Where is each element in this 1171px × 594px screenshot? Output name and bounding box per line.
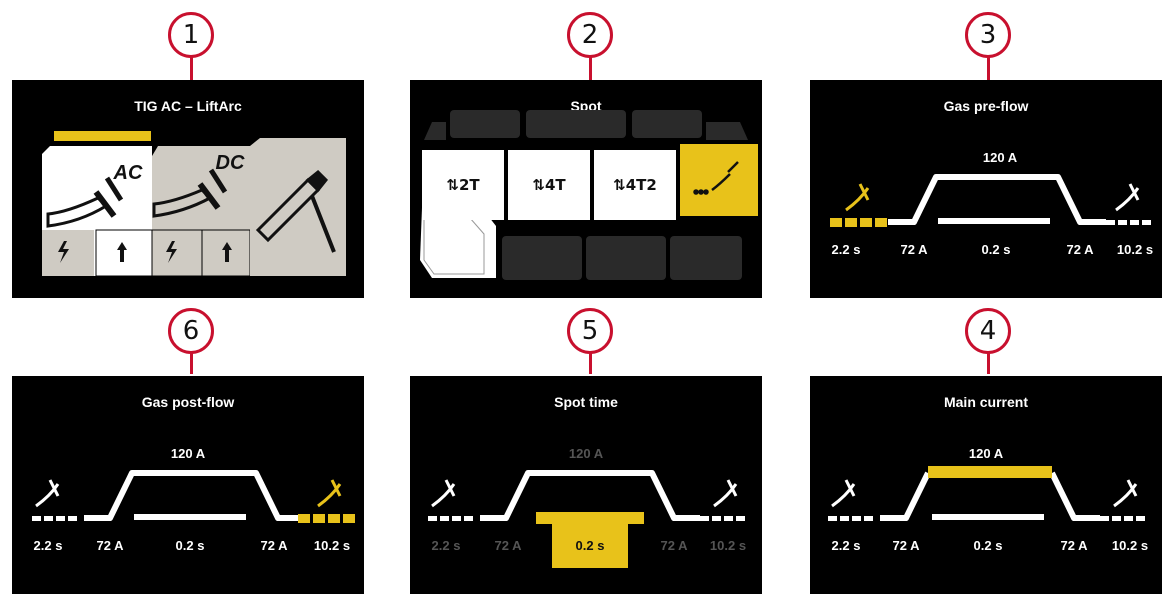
spot-time-bar-highlight bbox=[536, 512, 644, 524]
process-panels bbox=[42, 131, 346, 277]
postflow-segment bbox=[1100, 516, 1145, 521]
postflow-segment bbox=[1106, 220, 1151, 225]
process-mma-panel bbox=[250, 138, 346, 276]
postflow-segment bbox=[298, 514, 355, 523]
current-profile bbox=[880, 471, 1100, 521]
callout-1: 1 bbox=[168, 12, 214, 58]
start-current-label: 72 A bbox=[96, 538, 124, 553]
mode-4t-key[interactable]: ⇅ 4T bbox=[508, 150, 590, 220]
preflow-segment bbox=[428, 516, 473, 521]
end-current-label: 72 A bbox=[660, 538, 688, 553]
spot-time-label: 0.2 s bbox=[981, 242, 1011, 257]
weld-cycle-graph bbox=[830, 174, 1151, 227]
selected-indicator-bar bbox=[54, 131, 151, 141]
postflow-time-label: 10.2 s bbox=[313, 538, 351, 553]
spot-time-bar bbox=[134, 514, 246, 520]
peak-current-label: 120 A bbox=[968, 446, 1004, 461]
spot-time-bar bbox=[932, 514, 1044, 520]
preflow-time-label: 2.2 s bbox=[431, 538, 461, 553]
gas-torch-icon bbox=[35, 479, 60, 508]
callout-6: 6 bbox=[168, 308, 214, 354]
weld-cycle-graph bbox=[828, 466, 1145, 521]
start-current-label: 72 A bbox=[892, 538, 920, 553]
screen-main-current: Main current 120 A 2.2 s 72 A 0.2 s 72 A… bbox=[810, 376, 1162, 594]
current-profile bbox=[480, 470, 700, 521]
start-current-label: 72 A bbox=[900, 242, 928, 257]
trigger-arrows-icon: ⇅ bbox=[613, 176, 626, 194]
callout-2: 2 bbox=[567, 12, 613, 58]
mode-2t-key[interactable]: ⇅ 2T bbox=[422, 150, 504, 220]
screen-trigger-mode: Spot ⇅ 2T ⇅ 4T ⇅ 4T2 bbox=[410, 80, 762, 298]
spot-time-bar bbox=[938, 218, 1050, 224]
peak-current-label: 120 A bbox=[982, 150, 1018, 165]
gas-torch-icon bbox=[713, 479, 738, 508]
current-profile bbox=[84, 470, 304, 521]
peak-current-label: 120 A bbox=[568, 446, 604, 461]
screen-gas-postflow: Gas post-flow 120 A 2.2 s 72 A 0.2 s 72 … bbox=[12, 376, 364, 594]
gas-torch-icon bbox=[1113, 479, 1138, 508]
callout-4: 4 bbox=[965, 308, 1011, 354]
callout-3: 3 bbox=[965, 12, 1011, 58]
preflow-time-label: 2.2 s bbox=[831, 242, 861, 257]
weld-cycle-graph bbox=[32, 470, 355, 523]
end-current-label: 72 A bbox=[260, 538, 288, 553]
preflow-time-label: 2.2 s bbox=[831, 538, 861, 553]
gas-torch-icon bbox=[831, 479, 856, 508]
callout-leader-3 bbox=[987, 56, 990, 80]
trigger-arrows-icon: ⇅ bbox=[532, 176, 545, 194]
gas-torch-icon bbox=[845, 183, 870, 212]
screen-process-select: TIG AC – LiftArc AC DC bbox=[12, 80, 364, 298]
peak-current-label: 120 A bbox=[170, 446, 206, 461]
callout-5: 5 bbox=[567, 308, 613, 354]
preflow-segment bbox=[830, 218, 887, 227]
screen-spot-time: Spot time 120 A 2.2 s 72 A 0.2 s 72 A 10… bbox=[410, 376, 762, 594]
mode-spot-selected bbox=[680, 144, 758, 216]
postflow-segment bbox=[700, 516, 745, 521]
start-current-label: 72 A bbox=[494, 538, 522, 553]
callout-leader-2 bbox=[589, 56, 592, 80]
current-profile bbox=[888, 174, 1106, 225]
spot-time-label: 0.2 s bbox=[973, 538, 1003, 553]
mode-4t2-key[interactable]: ⇅ 4T2 bbox=[594, 150, 676, 220]
gas-torch-icon bbox=[431, 479, 456, 508]
dc-label: DC bbox=[215, 152, 245, 174]
spot-time-label: 0.2 s bbox=[175, 538, 205, 553]
postflow-time-label: 10.2 s bbox=[1116, 242, 1154, 257]
gas-torch-icon bbox=[317, 479, 342, 508]
postflow-time-label: 10.2 s bbox=[1111, 538, 1149, 553]
postflow-time-label: 10.2 s bbox=[709, 538, 747, 553]
preflow-segment bbox=[828, 516, 873, 521]
main-current-highlight bbox=[928, 466, 1052, 478]
weld-cycle-graph bbox=[428, 470, 745, 568]
spot-time-label: 0.2 s bbox=[575, 538, 605, 553]
gas-torch-icon bbox=[1115, 183, 1140, 212]
callout-leader-1 bbox=[190, 56, 193, 80]
trigger-arrows-icon: ⇅ bbox=[446, 176, 459, 194]
end-current-label: 72 A bbox=[1066, 242, 1094, 257]
ac-label: AC bbox=[113, 162, 143, 184]
preflow-time-label: 2.2 s bbox=[33, 538, 63, 553]
screen-gas-preflow: Gas pre-flow 120 A 2.2 s 72 A 0.2 s 72 A… bbox=[810, 80, 1162, 298]
end-current-label: 72 A bbox=[1060, 538, 1088, 553]
preflow-segment bbox=[32, 516, 77, 521]
